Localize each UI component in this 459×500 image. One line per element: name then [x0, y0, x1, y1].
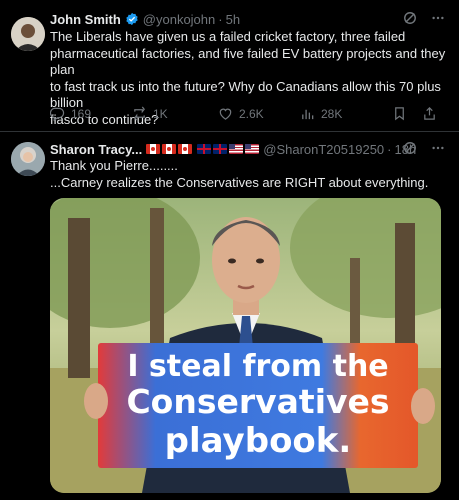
- reply-icon: [50, 107, 65, 121]
- views-button[interactable]: 28K: [300, 106, 392, 121]
- user-handle[interactable]: @yonkojohn: [143, 12, 215, 27]
- tweet-action-bar: 169 1K 2.6K 28K: [50, 106, 450, 121]
- views-icon: [302, 109, 314, 120]
- repost-count: 1K: [153, 106, 168, 121]
- us-flag-icon: [229, 144, 244, 154]
- avatar[interactable]: [11, 142, 45, 176]
- like-button[interactable]: 2.6K: [218, 106, 300, 121]
- repost-icon: [134, 106, 145, 121]
- timestamp[interactable]: 5h: [226, 12, 240, 27]
- canada-flag-icon: [146, 144, 161, 154]
- share-icon: [424, 107, 435, 120]
- us-flag-icon: [245, 144, 260, 154]
- repost-button[interactable]: 1K: [132, 106, 218, 121]
- separator-dot: ·: [387, 141, 392, 157]
- reply-button[interactable]: 169: [50, 106, 132, 121]
- tweet-top-actions: [403, 141, 445, 155]
- bookmark-button[interactable]: [392, 106, 422, 121]
- sign-text-line-2: Conservatives: [126, 382, 389, 421]
- tweet-header: Sharon Tracy... @SharonT20519250 · 18h: [50, 140, 416, 158]
- more-icon[interactable]: [431, 11, 445, 25]
- share-button[interactable]: [422, 106, 442, 121]
- tweet-john-smith[interactable]: John Smith @yonkojohn · 5h The Liberals …: [0, 0, 459, 132]
- canada-flag-icon: [162, 144, 177, 154]
- tweet-text-line: pharmaceutical factories, and five faile…: [50, 45, 446, 78]
- like-count: 2.6K: [239, 106, 264, 121]
- more-icon[interactable]: [431, 141, 445, 155]
- like-icon: [219, 108, 232, 120]
- avatar-image: [11, 17, 45, 51]
- uk-flag-icon: [213, 144, 228, 154]
- canada-flag-icon: [178, 144, 193, 154]
- tweet-text-line: The Liberals have given us a failed cric…: [50, 29, 406, 44]
- display-name[interactable]: Sharon Tracy...: [50, 142, 142, 157]
- bookmark-icon: [395, 107, 404, 121]
- uk-flag-icon: [197, 144, 212, 154]
- tweet-text: Thank you Pierre........ ...Carney reali…: [50, 158, 448, 191]
- photo-illustration: I steal from the Conservatives playbook.: [50, 198, 441, 493]
- verified-badge-icon[interactable]: [125, 12, 139, 26]
- avatar-image: [11, 142, 45, 176]
- grok-icon[interactable]: [403, 11, 417, 25]
- views-count: 28K: [321, 106, 343, 121]
- avatar[interactable]: [11, 17, 45, 51]
- tweet-text-line: Thank you Pierre........: [50, 158, 178, 173]
- tweet-media-image[interactable]: I steal from the Conservatives playbook.: [50, 198, 441, 493]
- sign-text-line-3: playbook.: [165, 421, 352, 461]
- reply-count: 169: [71, 106, 92, 121]
- tweet-header: John Smith @yonkojohn · 5h: [50, 10, 240, 28]
- name-flag-emojis: [146, 144, 260, 154]
- separator-dot: ·: [218, 11, 223, 27]
- user-handle[interactable]: @SharonT20519250: [263, 142, 384, 157]
- sign-text-line-1: I steal from the: [127, 349, 388, 384]
- tweet-top-actions: [403, 11, 445, 25]
- tweet-text-line: ...Carney realizes the Conservatives are…: [50, 174, 429, 190]
- display-name[interactable]: John Smith: [50, 12, 121, 27]
- grok-icon[interactable]: [403, 141, 417, 155]
